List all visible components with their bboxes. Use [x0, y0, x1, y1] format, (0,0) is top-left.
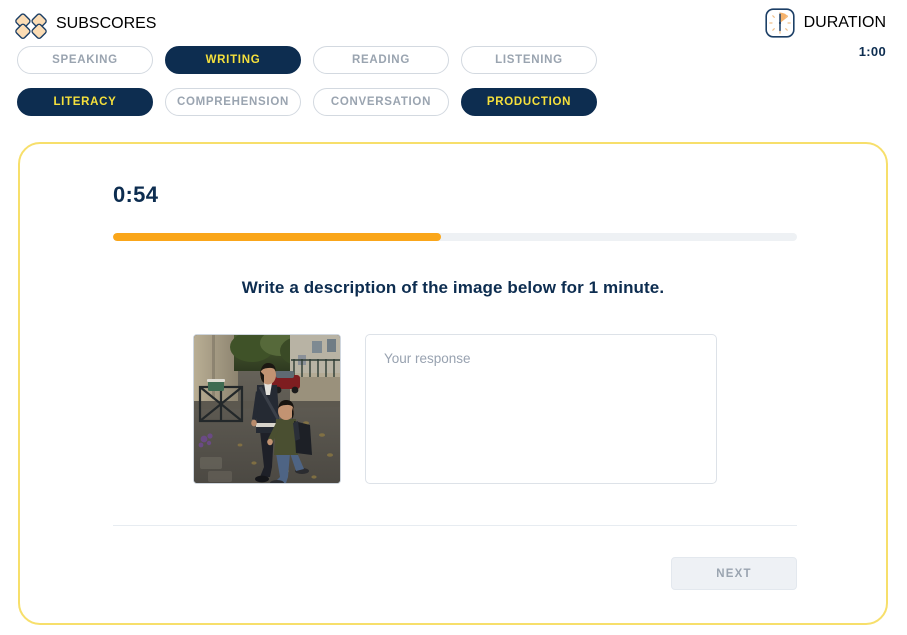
app-header: SUBSCORES DURATION 1:00 SPEAKING WRITING… — [0, 0, 907, 130]
task-prompt: Write a description of the image below f… — [241, 278, 665, 297]
tab-reading-label: READING — [352, 54, 410, 66]
stimulus-row — [193, 334, 717, 484]
duration-block: DURATION 1:00 — [765, 8, 886, 59]
task-card: 0:54 Write a description of the image be… — [18, 142, 888, 625]
tab-listening-label: LISTENING — [495, 54, 563, 66]
card-divider — [113, 525, 797, 526]
response-input[interactable] — [365, 334, 717, 484]
tab-listening[interactable]: LISTENING — [461, 46, 597, 74]
duration-label: DURATION — [803, 14, 886, 31]
tab-conversation-label: CONVERSATION — [330, 96, 432, 108]
duration-title-row: DURATION — [765, 8, 886, 38]
four-diamonds-logo-icon — [15, 8, 47, 40]
tab-comprehension-label: COMPREHENSION — [177, 96, 289, 108]
next-button[interactable]: NEXT — [671, 557, 797, 590]
tab-conversation[interactable]: CONVERSATION — [313, 88, 449, 116]
tab-reading[interactable]: READING — [313, 46, 449, 74]
tab-comprehension[interactable]: COMPREHENSION — [165, 88, 301, 116]
clock-icon — [765, 8, 795, 38]
tab-production-label: PRODUCTION — [486, 96, 572, 108]
tab-literacy[interactable]: LITERACY — [17, 88, 153, 116]
tab-speaking-label: SPEAKING — [52, 54, 118, 66]
progress-bar-track — [113, 233, 797, 241]
subscore-tabs-row-secondary: LITERACY COMPREHENSION CONVERSATION PROD… — [17, 88, 597, 116]
countdown-timer: 0:54 — [113, 182, 159, 207]
tab-writing-label: WRITING — [205, 54, 261, 66]
subscores-title-group: SUBSCORES — [15, 8, 156, 40]
subscore-tabs-row-primary: SPEAKING WRITING READING LISTENING — [17, 46, 597, 74]
next-button-label: NEXT — [716, 567, 752, 580]
page-title: SUBSCORES — [56, 15, 157, 32]
tab-literacy-label: LITERACY — [53, 96, 117, 108]
duration-value: 1:00 — [858, 44, 886, 59]
stimulus-image — [193, 334, 341, 484]
tab-writing[interactable]: WRITING — [165, 46, 301, 74]
tab-production[interactable]: PRODUCTION — [461, 88, 597, 116]
progress-bar-fill — [113, 233, 442, 241]
tab-speaking[interactable]: SPEAKING — [17, 46, 153, 74]
